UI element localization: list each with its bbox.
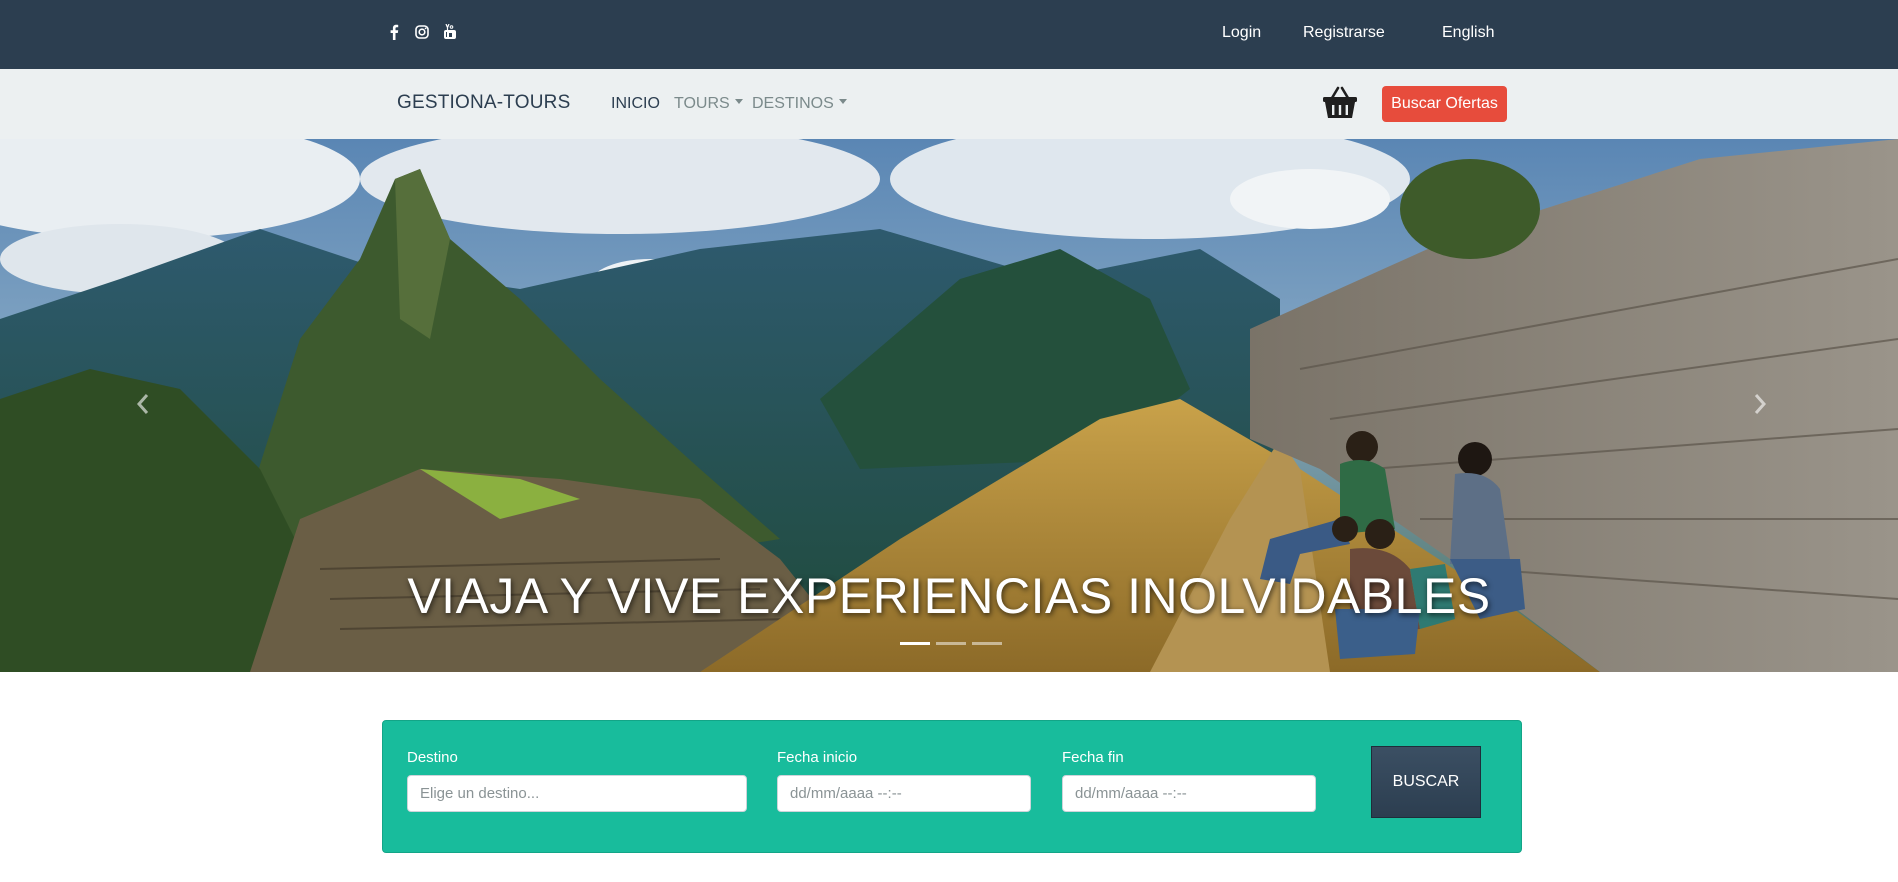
- carousel-indicator[interactable]: [900, 642, 930, 645]
- nav-item-label: INICIO: [611, 95, 660, 112]
- register-link[interactable]: Registrarse: [1303, 24, 1385, 42]
- carousel-indicator[interactable]: [972, 642, 1002, 645]
- youtube-icon[interactable]: [442, 24, 458, 40]
- facebook-icon[interactable]: [386, 24, 402, 40]
- carousel-next-control[interactable]: [1750, 389, 1770, 419]
- fecha-inicio-label: Fecha inicio: [777, 749, 858, 766]
- social-links: [386, 24, 458, 40]
- caret-down-icon: [734, 99, 743, 105]
- nav-item-destinos[interactable]: DESTINOS: [752, 95, 847, 113]
- instagram-icon[interactable]: [414, 24, 430, 40]
- carousel-prev-control[interactable]: [133, 389, 153, 419]
- carousel-indicator[interactable]: [936, 642, 966, 645]
- top-bar: Login Registrarse English: [0, 0, 1898, 69]
- login-link[interactable]: Login: [1222, 24, 1261, 42]
- language-link[interactable]: English: [1442, 24, 1494, 42]
- hero-title: VIAJA Y VIVE EXPERIENCIAS INOLVIDABLES: [407, 568, 1491, 624]
- buscar-ofertas-button[interactable]: Buscar Ofertas: [1382, 86, 1507, 122]
- fecha-fin-input[interactable]: dd/mm/aaaa --:--: [1062, 775, 1316, 812]
- hero-carousel: VIAJA Y VIVE EXPERIENCIAS INOLVIDABLES: [0, 139, 1898, 672]
- destino-input[interactable]: Elige un destino...: [407, 775, 747, 812]
- fecha-fin-label: Fecha fin: [1062, 749, 1124, 766]
- destino-label: Destino: [407, 749, 458, 766]
- buscar-button[interactable]: BUSCAR: [1371, 746, 1481, 818]
- fecha-inicio-input[interactable]: dd/mm/aaaa --:--: [777, 775, 1031, 812]
- nav-item-tours[interactable]: TOURS: [674, 95, 743, 113]
- main-navbar: GESTIONA-TOURS INICIO TOURS DESTINOS Bus…: [0, 69, 1898, 139]
- nav-item-label: TOURS: [674, 95, 730, 112]
- nav-item-label: DESTINOS: [752, 95, 834, 112]
- tour-search-panel: Destino Elige un destino... Fecha inicio…: [382, 720, 1522, 853]
- carousel-indicators: [900, 642, 1002, 645]
- basket-icon[interactable]: [1322, 86, 1358, 120]
- nav-item-inicio[interactable]: INICIO: [611, 95, 660, 113]
- caret-down-icon: [838, 99, 847, 105]
- brand-logo[interactable]: GESTIONA-TOURS: [397, 92, 570, 114]
